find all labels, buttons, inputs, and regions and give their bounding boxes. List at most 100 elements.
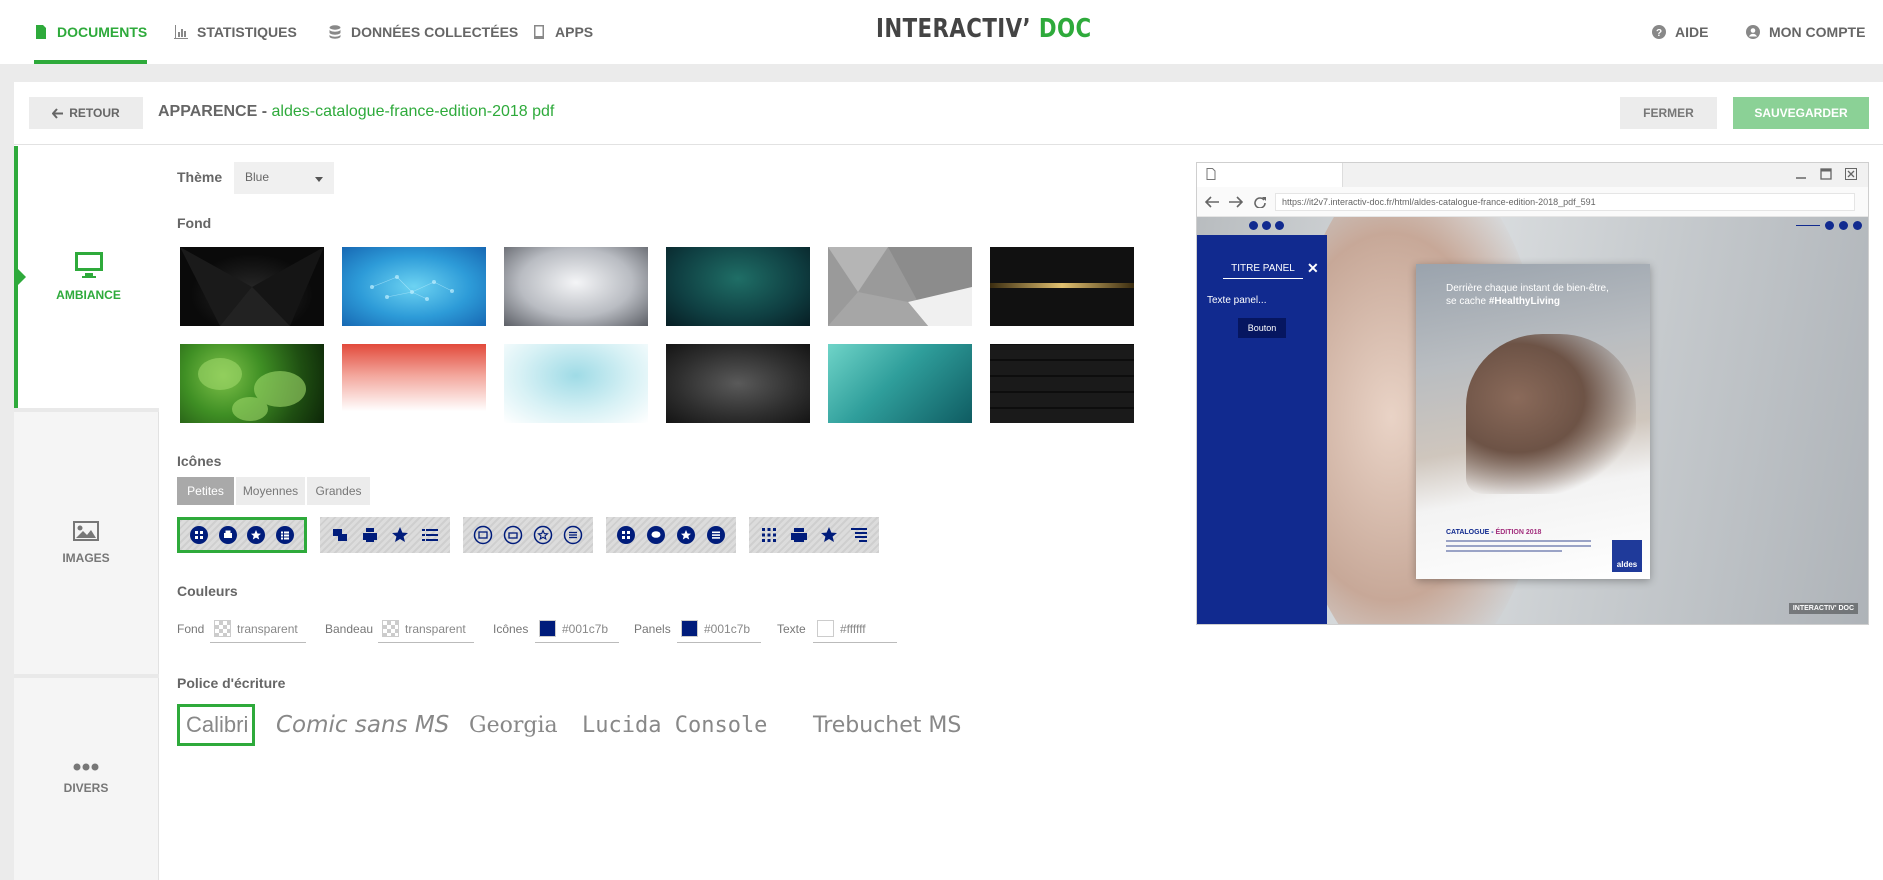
preview-toolbar-icons: [1249, 221, 1284, 230]
maximize-icon[interactable]: [1820, 168, 1832, 180]
color-swatch: [681, 620, 698, 637]
background-thumbnail[interactable]: [180, 344, 324, 423]
theme-value: Blue: [245, 170, 270, 184]
print-icon: [791, 528, 807, 542]
color-swatch: [214, 620, 231, 637]
reload-icon[interactable]: [1253, 196, 1267, 208]
back-button[interactable]: RETOUR: [29, 97, 143, 129]
catalog-hero-text: Derrière chaque instant de bien-être, se…: [1446, 282, 1636, 308]
background-thumbnail[interactable]: [666, 247, 810, 326]
list-icon: [563, 525, 583, 545]
star-icon: [821, 527, 837, 542]
nav-donnees-collectees[interactable]: DONNÉES COLLECTÉES: [328, 0, 518, 64]
nav-aide[interactable]: ? AIDE: [1652, 0, 1708, 64]
print-icon: [363, 528, 377, 542]
save-button[interactable]: SAUVEGARDER: [1733, 97, 1869, 129]
color-field-texte[interactable]: #ffffff: [813, 615, 897, 643]
preview-panel-title: TITRE PANEL: [1223, 263, 1303, 279]
background-thumbnail[interactable]: [666, 344, 810, 423]
header-bar: RETOUR APPARENCE - aldes-catalogue-franc…: [14, 82, 1883, 145]
color-field-bandeau[interactable]: transparent: [378, 615, 474, 643]
icon-set-round-bubble[interactable]: [606, 517, 736, 553]
background-thumbnail[interactable]: [342, 247, 486, 326]
color-swatch: [382, 620, 399, 637]
police-label: Police d'écriture: [177, 675, 286, 691]
side-tab-images[interactable]: IMAGES: [14, 412, 159, 674]
background-thumbnail[interactable]: [342, 344, 486, 423]
preview-tab[interactable]: [1197, 163, 1343, 187]
back-arrow-icon[interactable]: [1205, 196, 1219, 208]
font-option-calibri[interactable]: Calibri: [177, 704, 255, 746]
minimize-icon[interactable]: [1795, 168, 1807, 180]
color-label-bandeau: Bandeau: [325, 622, 374, 636]
background-thumbnail[interactable]: [180, 247, 324, 326]
background-thumbnail[interactable]: [828, 247, 972, 326]
icon-size-grandes[interactable]: Grandes: [307, 477, 370, 505]
side-tab-label: DIVERS: [63, 781, 109, 795]
close-button[interactable]: FERMER: [1620, 97, 1717, 129]
color-value: #001c7b: [562, 621, 609, 636]
nav-label: DOCUMENTS: [57, 24, 148, 40]
document-filename: aldes-catalogue-france-edition-2018 pdf: [271, 103, 555, 120]
nav-apps[interactable]: APPS: [532, 0, 593, 64]
side-tab-label: IMAGES: [62, 551, 110, 565]
theme-label: Thème: [177, 169, 223, 185]
background-thumbnail[interactable]: [504, 247, 648, 326]
close-icon[interactable]: [1845, 168, 1857, 180]
background-thumbnail[interactable]: [990, 344, 1134, 423]
svg-text:?: ?: [1656, 28, 1662, 39]
color-field-icones[interactable]: #001c7b: [535, 615, 619, 643]
preview-window: https://it2v7.interactiv-doc.fr/html/ald…: [1196, 162, 1869, 625]
icon-set-plain[interactable]: [320, 517, 450, 553]
file-icon: [36, 25, 46, 39]
icon-set-minimal[interactable]: [749, 517, 879, 553]
image-icon: [473, 525, 493, 545]
side-tab-divers[interactable]: DIVERS: [14, 678, 159, 880]
icon-set-round-filled[interactable]: [177, 517, 307, 553]
star-icon: [392, 527, 408, 542]
brand-main: INTERACTIV’: [876, 14, 1032, 44]
background-pattern: [180, 247, 324, 326]
font-option-lucida-console[interactable]: Lucida Console: [582, 704, 767, 746]
list-icon: [707, 526, 725, 544]
nav-statistiques[interactable]: STATISTIQUES: [174, 0, 297, 64]
font-option-georgia[interactable]: Georgia: [469, 704, 558, 746]
preview-url[interactable]: https://it2v7.interactiv-doc.fr/html/ald…: [1275, 193, 1855, 211]
catalog-edition: ÉDITION 2018: [1495, 529, 1542, 536]
color-field-fond[interactable]: transparent: [210, 615, 306, 643]
color-label-texte: Texte: [777, 622, 806, 636]
font-option-comic-sans[interactable]: Comic sans MS: [276, 704, 449, 746]
arrow-left-icon: [52, 107, 64, 119]
icon-set-outline[interactable]: [463, 517, 593, 553]
font-option-trebuchet[interactable]: Trebuchet MS: [813, 704, 961, 746]
background-thumbnail[interactable]: [828, 344, 972, 423]
theme-select[interactable]: Blue: [234, 162, 334, 194]
nav-documents[interactable]: DOCUMENTS: [34, 0, 148, 64]
background-thumbnail[interactable]: [990, 247, 1134, 326]
icon-size-petites[interactable]: Petites: [177, 477, 234, 505]
icon-size-moyennes[interactable]: Moyennes: [236, 477, 305, 505]
color-field-panels[interactable]: #001c7b: [677, 615, 761, 643]
preview-panel-text: Texte panel...: [1207, 295, 1267, 306]
color-swatch: [539, 620, 556, 637]
color-value: #ffffff: [840, 621, 866, 636]
nav-mon-compte[interactable]: MON COMPTE: [1746, 0, 1865, 64]
title-prefix: APPARENCE -: [158, 103, 268, 120]
preview-panel-button[interactable]: Bouton: [1237, 317, 1287, 339]
star-icon: [533, 525, 553, 545]
side-tab-ambiance[interactable]: AMBIANCE: [14, 146, 159, 408]
help-icon: ?: [1652, 25, 1666, 39]
user-icon: [1746, 25, 1760, 39]
preview-stage: aldes TITRE PANEL ✕ Texte panel... Bouto…: [1197, 217, 1868, 624]
preview-catalog-cover[interactable]: Derrière chaque instant de bien-être, se…: [1416, 264, 1650, 579]
nav-label: DONNÉES COLLECTÉES: [351, 24, 519, 40]
nav-label: APPS: [555, 24, 594, 40]
brand-logo[interactable]: INTERACTIV’ DOC: [876, 14, 1092, 44]
star-icon: [677, 526, 695, 544]
close-icon[interactable]: ✕: [1307, 260, 1319, 277]
icones-label: Icônes: [177, 453, 222, 469]
catalog-logo: aldes: [1612, 540, 1642, 572]
forward-arrow-icon[interactable]: [1229, 196, 1243, 208]
fond-label: Fond: [177, 215, 212, 231]
background-thumbnail[interactable]: [504, 344, 648, 423]
